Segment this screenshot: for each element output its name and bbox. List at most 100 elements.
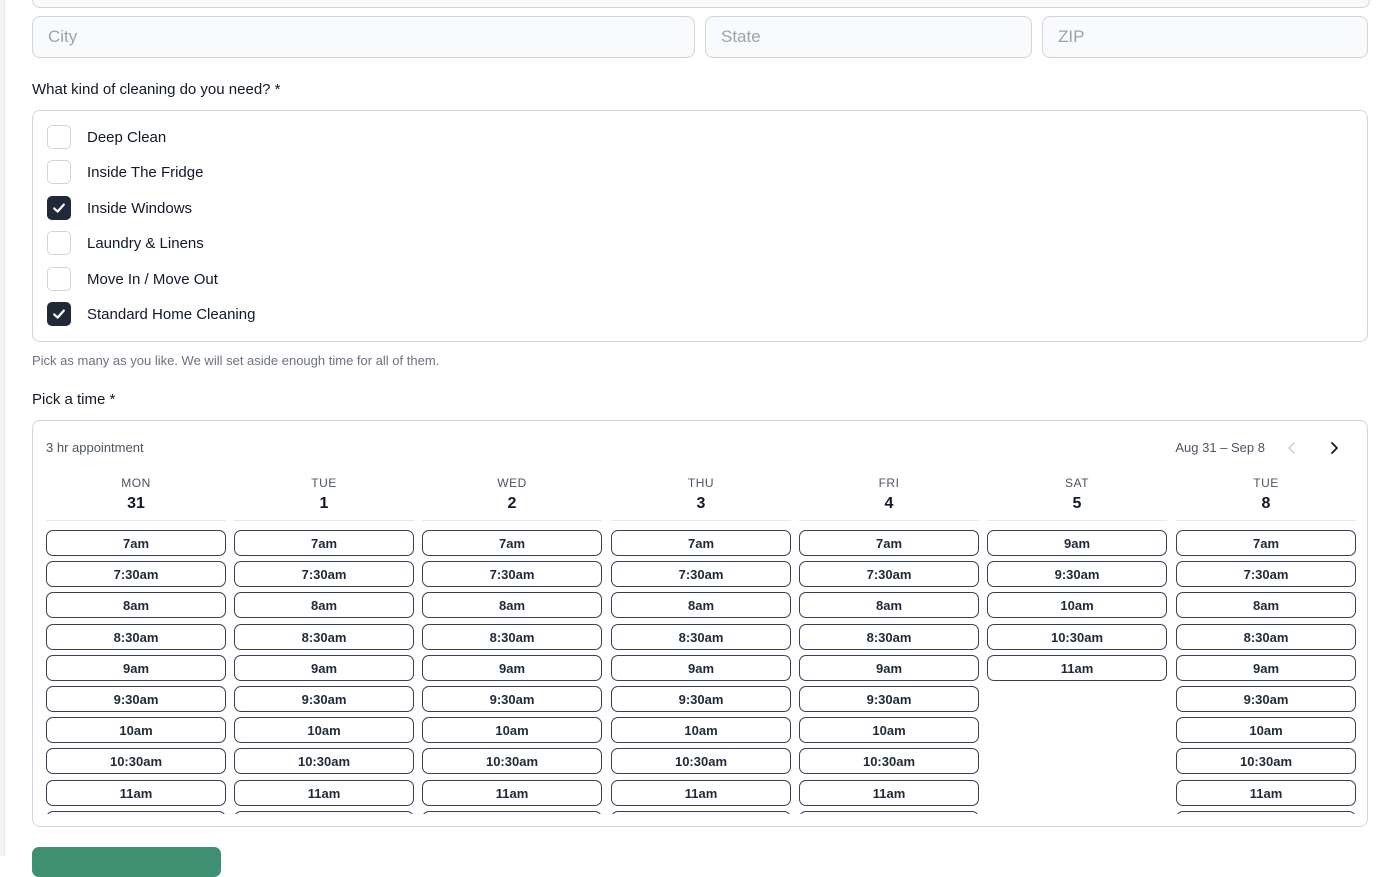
- time-slot-button[interactable]: 9:30am: [234, 685, 414, 712]
- option-label: Laundry & Linens: [87, 234, 204, 252]
- time-slot-button[interactable]: 10:30am: [422, 748, 602, 775]
- time-slot-button[interactable]: [422, 810, 602, 814]
- zip-input[interactable]: [1042, 16, 1368, 58]
- time-slot-button[interactable]: 9:30am: [799, 685, 979, 712]
- day-of-week: THU: [687, 476, 715, 490]
- time-slot-button[interactable]: 8am: [422, 592, 602, 619]
- checkbox[interactable]: [47, 267, 71, 291]
- time-slot-button[interactable]: [1176, 810, 1356, 814]
- time-slot-button[interactable]: 11am: [234, 779, 414, 806]
- day-header-divider: [987, 520, 1167, 521]
- time-slot-button[interactable]: 8:30am: [46, 623, 226, 650]
- checkbox-checked[interactable]: [47, 196, 71, 220]
- time-slot-button[interactable]: 8:30am: [799, 623, 979, 650]
- state-input[interactable]: [705, 16, 1032, 58]
- day-column: SAT 5 9am 9:30am 10am 10:30am 11am: [987, 476, 1167, 816]
- time-slot-button[interactable]: 10am: [611, 717, 791, 744]
- time-slot-button[interactable]: 11am: [987, 654, 1167, 681]
- time-slot-button[interactable]: 10am: [46, 717, 226, 744]
- time-slot-button[interactable]: 9am: [422, 654, 602, 681]
- time-slot-button[interactable]: 10am: [234, 717, 414, 744]
- time-slot-button[interactable]: 11am: [611, 779, 791, 806]
- day-of-week: SAT: [1065, 476, 1089, 490]
- day-of-week: TUE: [1253, 476, 1279, 490]
- day-of-week: MON: [121, 476, 151, 490]
- checkbox-checked[interactable]: [47, 302, 71, 326]
- time-slot-button[interactable]: 9am: [234, 654, 414, 681]
- check-icon: [53, 309, 65, 319]
- prev-week-button[interactable]: [1279, 435, 1305, 461]
- time-slot-button[interactable]: 9:30am: [1176, 685, 1356, 712]
- time-slot-button[interactable]: 10:30am: [1176, 748, 1356, 775]
- submit-button[interactable]: [32, 847, 221, 877]
- time-slot-button[interactable]: 8:30am: [1176, 623, 1356, 650]
- time-slot-button[interactable]: 7am: [422, 530, 602, 556]
- time-slot-button[interactable]: [46, 810, 226, 814]
- slot-list: 7am 7:30am 8am 8:30am 9am 9:30am 10am 10:30am 11…: [234, 530, 414, 814]
- day-header-divider: [1176, 520, 1356, 521]
- time-slot-button[interactable]: 7:30am: [234, 561, 414, 588]
- checkbox[interactable]: [47, 231, 71, 255]
- time-slot-button[interactable]: 10am: [799, 717, 979, 744]
- time-slot-button[interactable]: 10:30am: [987, 623, 1167, 650]
- time-slot-button[interactable]: 7:30am: [799, 561, 979, 588]
- time-slot-button[interactable]: 10:30am: [234, 748, 414, 775]
- time-slot-button[interactable]: 9am: [1176, 654, 1356, 681]
- city-input[interactable]: [32, 16, 695, 58]
- time-slot-button[interactable]: 7am: [46, 530, 226, 556]
- cleaning-question-label: What kind of cleaning do you need? *: [32, 81, 281, 98]
- time-slot-button[interactable]: 11am: [799, 779, 979, 806]
- time-slot-button[interactable]: 7am: [1176, 530, 1356, 556]
- option-move-in-out[interactable]: Move In / Move Out: [47, 265, 218, 293]
- time-slot-button[interactable]: 8:30am: [234, 623, 414, 650]
- time-slot-button[interactable]: 8am: [611, 592, 791, 619]
- time-slot-button[interactable]: 7:30am: [611, 561, 791, 588]
- time-slot-button[interactable]: 9am: [611, 654, 791, 681]
- day-number: 31: [127, 495, 145, 512]
- time-slot-button[interactable]: 9:30am: [422, 685, 602, 712]
- option-label: Inside Windows: [87, 199, 193, 217]
- option-inside-windows[interactable]: Inside Windows: [47, 194, 192, 222]
- day-number: 1: [319, 495, 329, 512]
- time-slot-button[interactable]: 10:30am: [611, 748, 791, 775]
- option-standard-home-cleaning[interactable]: Standard Home Cleaning: [47, 300, 255, 328]
- option-inside-fridge[interactable]: Inside The Fridge: [47, 158, 203, 186]
- time-slot-button[interactable]: 8am: [46, 592, 226, 619]
- checkbox[interactable]: [47, 160, 71, 184]
- time-slot-button[interactable]: 7am: [234, 530, 414, 556]
- time-slot-button[interactable]: 11am: [1176, 779, 1356, 806]
- time-slot-button[interactable]: 9am: [46, 654, 226, 681]
- address-line-field[interactable]: [32, 0, 1370, 8]
- time-slot-button[interactable]: 8am: [1176, 592, 1356, 619]
- time-slot-button[interactable]: 11am: [422, 779, 602, 806]
- next-week-button[interactable]: [1321, 435, 1347, 461]
- time-slot-button[interactable]: 7:30am: [1176, 561, 1356, 588]
- time-slot-button[interactable]: 10:30am: [46, 748, 226, 775]
- time-slot-button[interactable]: 9am: [987, 530, 1167, 556]
- time-slot-button[interactable]: 10:30am: [799, 748, 979, 775]
- option-laundry-linens[interactable]: Laundry & Linens: [47, 229, 204, 257]
- day-number: 3: [696, 495, 706, 512]
- time-slot-button[interactable]: 8:30am: [611, 623, 791, 650]
- time-slot-button[interactable]: 10am: [422, 717, 602, 744]
- time-slot-button[interactable]: 9:30am: [611, 685, 791, 712]
- time-slot-button[interactable]: 7am: [799, 530, 979, 556]
- time-slot-button[interactable]: 9:30am: [987, 561, 1167, 588]
- time-slot-button[interactable]: 10am: [987, 592, 1167, 619]
- time-slot-button[interactable]: 9am: [799, 654, 979, 681]
- time-slot-button[interactable]: 9:30am: [46, 685, 226, 712]
- day-column: TUE 8 7am 7:30am 8am 8:30am 9am 9:30am 10am 10:…: [1176, 476, 1356, 816]
- time-slot-button[interactable]: 7:30am: [46, 561, 226, 588]
- time-slot-button[interactable]: 8:30am: [422, 623, 602, 650]
- time-slot-button[interactable]: 10am: [1176, 717, 1356, 744]
- time-slot-button[interactable]: [611, 810, 791, 814]
- time-slot-button[interactable]: [799, 810, 979, 814]
- time-slot-button[interactable]: 7am: [611, 530, 791, 556]
- time-slot-button[interactable]: 7:30am: [422, 561, 602, 588]
- option-deep-clean[interactable]: Deep Clean: [47, 123, 166, 151]
- time-slot-button[interactable]: 8am: [234, 592, 414, 619]
- time-slot-button[interactable]: [234, 810, 414, 814]
- checkbox[interactable]: [47, 125, 71, 149]
- time-slot-button[interactable]: 11am: [46, 779, 226, 806]
- time-slot-button[interactable]: 8am: [799, 592, 979, 619]
